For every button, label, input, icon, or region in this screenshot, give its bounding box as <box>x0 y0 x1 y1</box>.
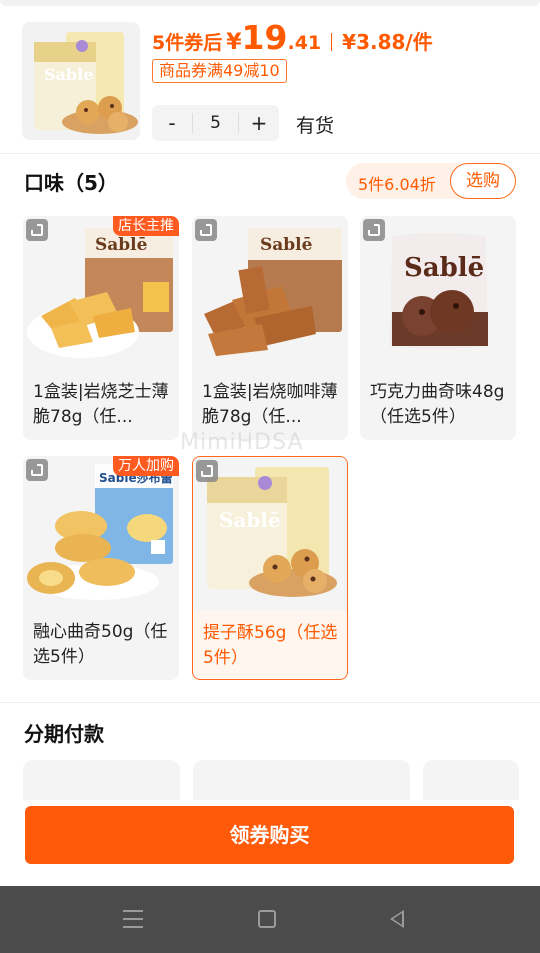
flavor-option-melting-cookie[interactable]: Sablē莎布蕾 万人加购 融心曲奇50g（任选5件） <box>23 456 179 680</box>
brand-text: Sablē <box>95 235 148 255</box>
installment-title: 分期付款 <box>24 722 104 746</box>
shop-bundle-button[interactable]: 选购 <box>450 163 516 199</box>
flavor-option-chocolate[interactable]: Sablē 巧克力曲奇味48g（任选5件） <box>360 216 516 440</box>
brand-text: Sablē <box>404 253 484 283</box>
price-line: 5件券后 ¥ 19 .41 ¥3.88/件 <box>152 18 433 58</box>
price-decimal: .41 <box>287 32 322 54</box>
expand-icon[interactable] <box>26 219 48 241</box>
flavor-option-label: 1盒装|岩烧咖啡薄脆78g（任... <box>202 382 338 427</box>
bundle-promo: 5件6.04折 选购 <box>346 163 516 199</box>
brand-text: Sablē <box>219 508 281 532</box>
flavor-option-label: 巧克力曲奇味48g（任选5件） <box>370 382 505 427</box>
back-icon[interactable] <box>390 910 404 928</box>
system-nav-bar <box>0 886 540 953</box>
section-divider <box>0 153 540 154</box>
price-separator <box>331 33 333 51</box>
flavor-option-label: 1盒装|岩烧芝士薄脆78g（任... <box>33 382 169 427</box>
flavor-option-cheese[interactable]: Sablē 店长主推 1盒装|岩烧芝士薄脆78g（任... <box>23 216 179 440</box>
card-badge: 店长主推 <box>113 216 179 236</box>
decrement-button[interactable]: - <box>152 105 192 141</box>
price-prefix: 5件券后 <box>152 32 223 54</box>
price-integer: 19 <box>241 18 288 57</box>
unit-price: ¥3.88/件 <box>342 30 433 54</box>
stock-status: 有货 <box>296 115 335 137</box>
installment-option[interactable] <box>193 760 410 800</box>
installment-option[interactable] <box>23 760 180 800</box>
buy-with-coupon-button[interactable]: 领券购买 <box>25 806 514 864</box>
quantity-stepper: - 5 + <box>152 105 279 141</box>
home-icon[interactable] <box>258 910 276 928</box>
svg-text:Sable: Sable <box>44 65 93 84</box>
section-divider <box>0 702 540 703</box>
brand-text: Sablē <box>260 235 313 255</box>
flavor-option-coffee[interactable]: Sablē 1盒装|岩烧咖啡薄脆78g（任... <box>192 216 348 440</box>
expand-icon[interactable] <box>196 460 218 482</box>
coupon-tag[interactable]: 商品券满49减10 <box>152 59 287 83</box>
flavor-option-label: 融心曲奇50g（任选5件） <box>33 622 168 667</box>
menu-icon[interactable] <box>123 910 143 928</box>
product-thumbnail[interactable]: Sable <box>22 22 140 140</box>
currency-symbol: ¥ <box>226 30 242 55</box>
increment-button[interactable]: + <box>239 105 279 141</box>
quantity-value[interactable]: 5 <box>192 113 239 133</box>
expand-icon[interactable] <box>26 459 48 481</box>
flavor-option-raisin-pastry[interactable]: Sablē 提子酥56g（任选5件） <box>192 456 348 680</box>
expand-icon[interactable] <box>363 219 385 241</box>
flavor-section-title: 口味（5） <box>24 171 118 195</box>
expand-icon[interactable] <box>195 219 217 241</box>
top-edge <box>0 0 540 6</box>
promo-text: 5件6.04折 <box>358 175 436 194</box>
flavor-option-label: 提子酥56g（任选5件） <box>203 623 338 668</box>
installment-option[interactable] <box>423 760 519 800</box>
card-badge: 万人加购 <box>113 456 179 476</box>
watermark: MimiHDSA <box>180 430 304 455</box>
